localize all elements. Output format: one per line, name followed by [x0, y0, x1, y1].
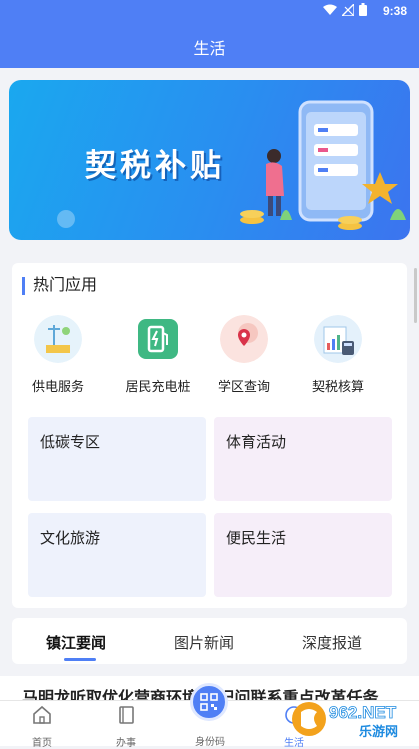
tile-low-carbon[interactable]: 低碳专区 [28, 417, 206, 501]
site-watermark-logo: 962.NET 乐游网 [292, 702, 398, 740]
section-title: 热门应用 [22, 277, 97, 295]
app-label: 居民充电桩 [125, 379, 191, 394]
status-time: 9:38 [382, 4, 407, 18]
watermark-subtext: 乐游网 [359, 724, 398, 740]
power-service-icon [34, 315, 82, 363]
book-icon [119, 706, 134, 724]
news-tabs: 镇江要闻 图片新闻 深度报道 [12, 618, 407, 664]
nav-label: 首页 [32, 738, 52, 749]
watermark-text: 962.NET [329, 703, 397, 722]
status-icons [323, 3, 367, 16]
tab-in-depth[interactable]: 深度报道 [302, 632, 362, 653]
tile-convenience-life[interactable]: 便民生活 [214, 513, 392, 597]
nav-services[interactable]: 办事 [96, 705, 156, 749]
tab-photo-news[interactable]: 图片新闻 [174, 632, 234, 653]
app-tax-calculator[interactable]: 契税核算 [298, 315, 378, 395]
promo-banner[interactable]: 契税补贴 [9, 80, 410, 240]
app-label: 契税核算 [311, 379, 364, 394]
tile-sports[interactable]: 体育活动 [214, 417, 392, 501]
nav-id-code[interactable]: 身份码 [180, 729, 240, 748]
banner-title: 契税补贴 [85, 148, 225, 183]
app-label: 供电服务 [31, 379, 84, 394]
tile-culture-travel[interactable]: 文化旅游 [28, 513, 206, 597]
charging-pile-icon [138, 319, 178, 359]
page-title: 生活 [193, 41, 226, 58]
battery-icon [359, 3, 367, 16]
tab-zhenjiang-news[interactable]: 镇江要闻 [46, 632, 106, 653]
header-bar: 9:38 生活 [0, 0, 419, 68]
nav-home[interactable]: 首页 [12, 705, 72, 749]
phone-illustration-icon [240, 100, 406, 230]
scrollbar[interactable] [414, 268, 417, 323]
home-icon [33, 705, 51, 724]
app-label: 学区查询 [217, 379, 270, 394]
banner-bubble [57, 210, 75, 228]
signal-icon [342, 3, 354, 16]
app-school-district[interactable]: 学区查询 [204, 315, 284, 395]
school-district-icon [220, 315, 268, 363]
id-code-button[interactable] [190, 683, 228, 721]
nav-label: 办事 [116, 738, 136, 749]
app-power-service[interactable]: 供电服务 [18, 315, 98, 395]
wifi-icon [323, 4, 337, 15]
tax-calculator-icon [314, 315, 362, 363]
qr-code-icon [200, 693, 218, 711]
app-charging-pile[interactable]: 居民充电桩 [118, 315, 198, 395]
hot-apps-card: 热门应用 供电服务 居民充电桩 学区查询 契税核算 低碳专区 体育活动 文化旅游… [12, 263, 407, 608]
active-tab-indicator [64, 658, 96, 661]
